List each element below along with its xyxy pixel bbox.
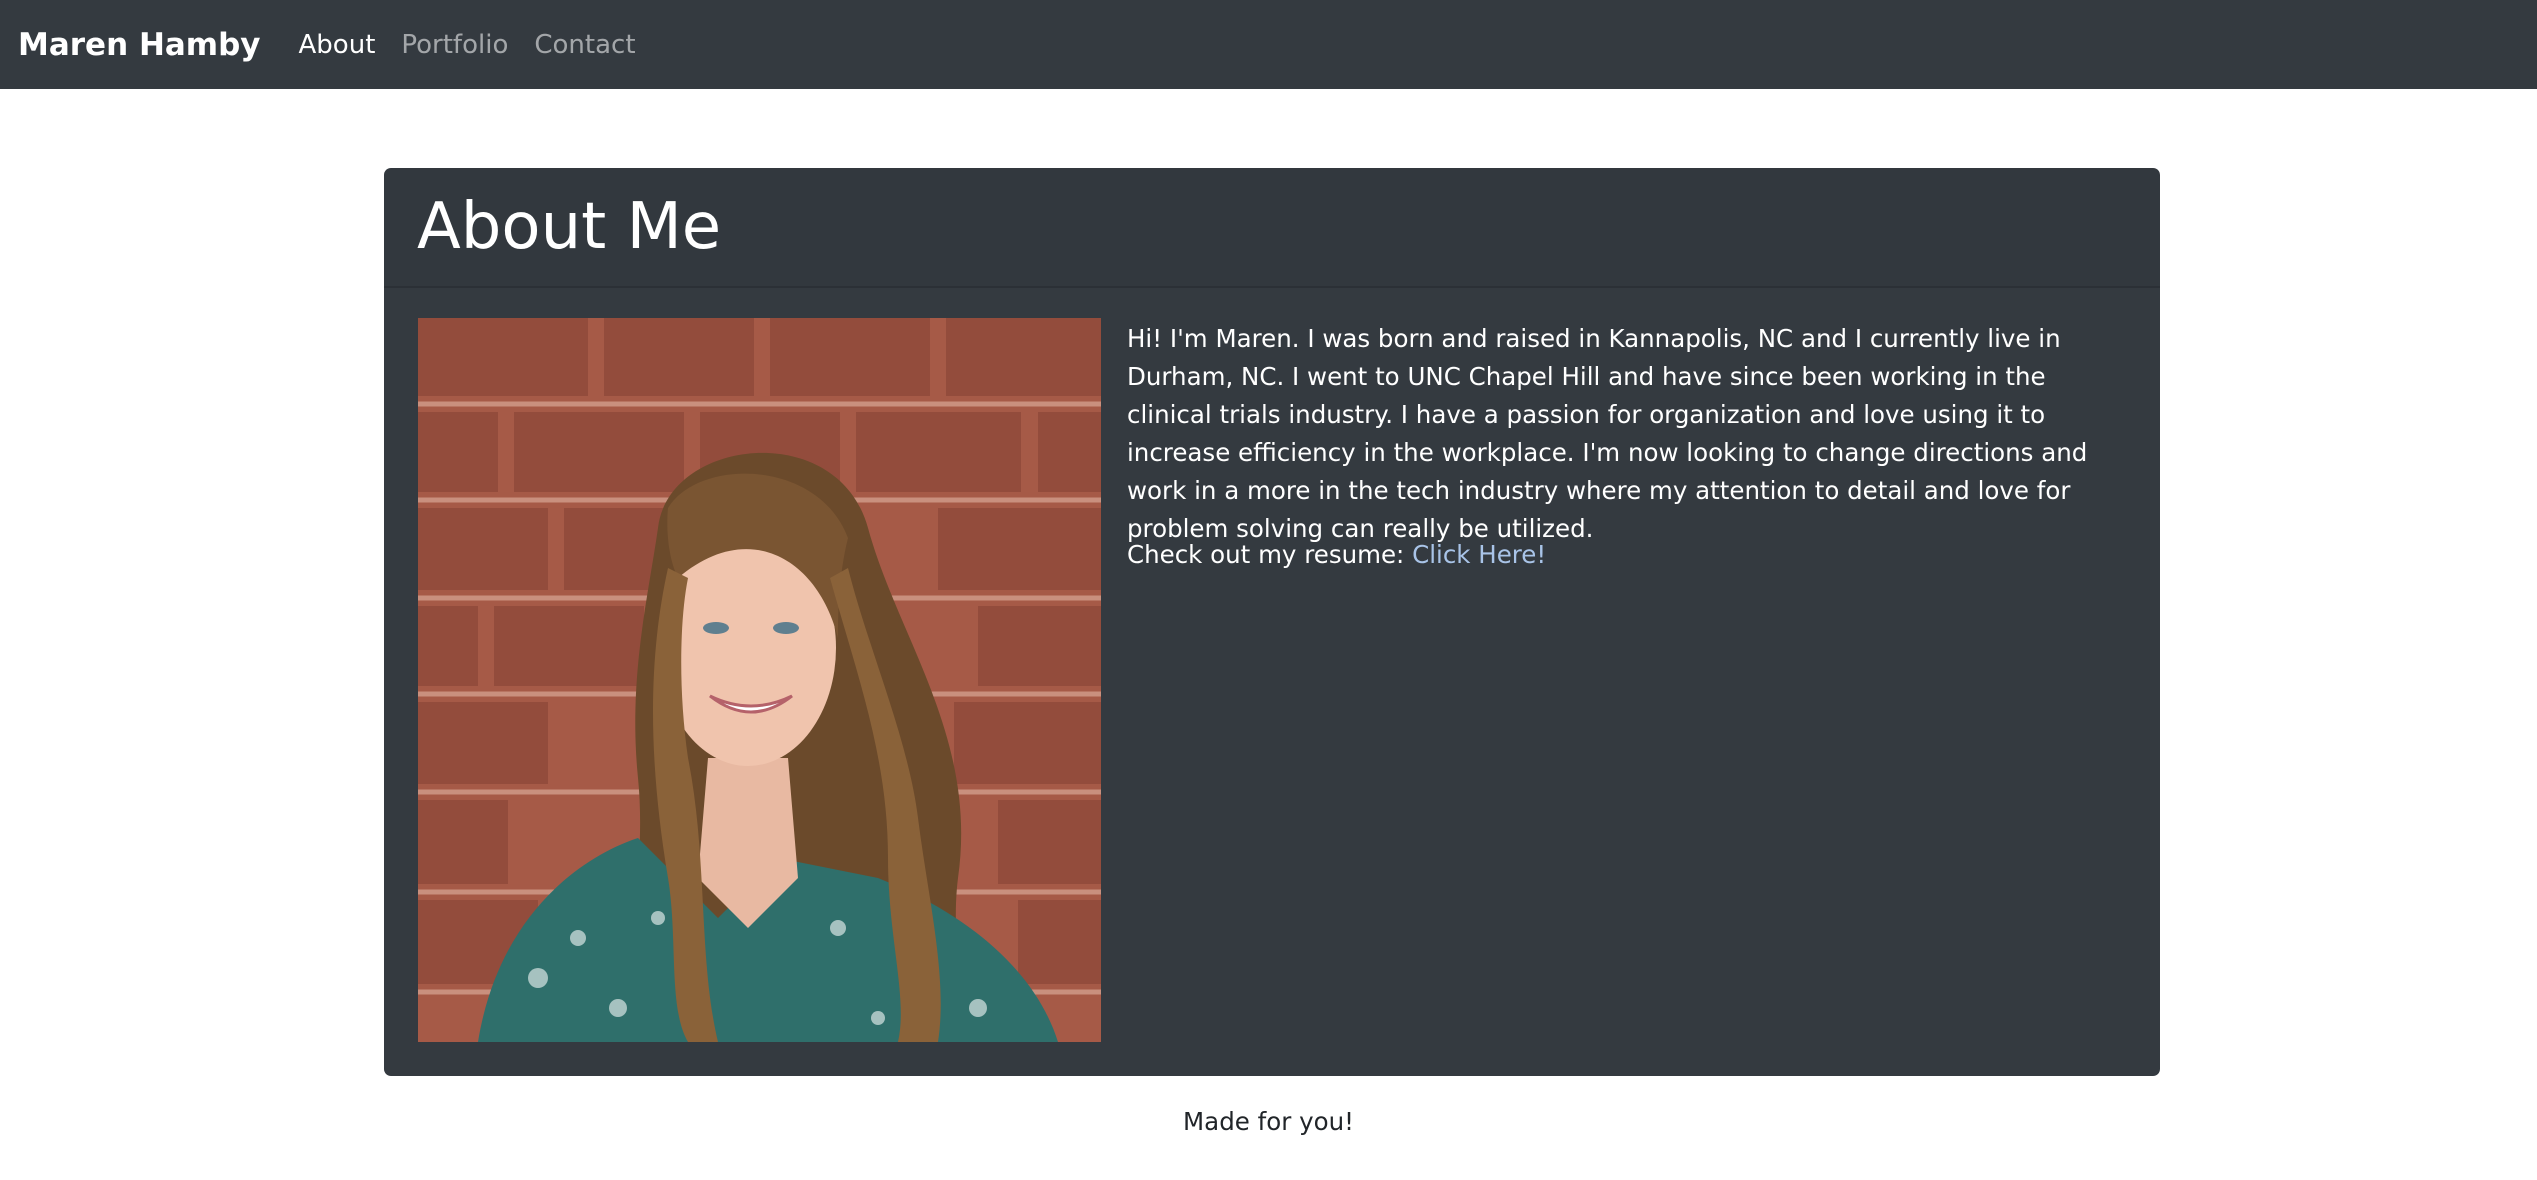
bio-paragraph: Hi! I'm Maren. I was born and raised in … xyxy=(1127,324,2088,543)
page-title: About Me xyxy=(417,190,722,264)
resume-label: Check out my resume: xyxy=(1127,540,1413,569)
footer-text: Made for you! xyxy=(1183,1107,1354,1136)
top-navbar: Maren Hamby About Portfolio Contact xyxy=(0,0,2537,89)
card-header: About Me xyxy=(384,168,2160,288)
nav-link-portfolio[interactable]: Portfolio xyxy=(401,30,508,60)
nav-link-contact[interactable]: Contact xyxy=(534,30,635,60)
resume-link[interactable]: Click Here! xyxy=(1412,540,1546,569)
profile-photo xyxy=(418,318,1101,1042)
nav-link-about[interactable]: About xyxy=(299,30,376,60)
resume-line: Check out my resume: Click Here! xyxy=(1127,536,1546,574)
brand-logo[interactable]: Maren Hamby xyxy=(18,27,261,63)
